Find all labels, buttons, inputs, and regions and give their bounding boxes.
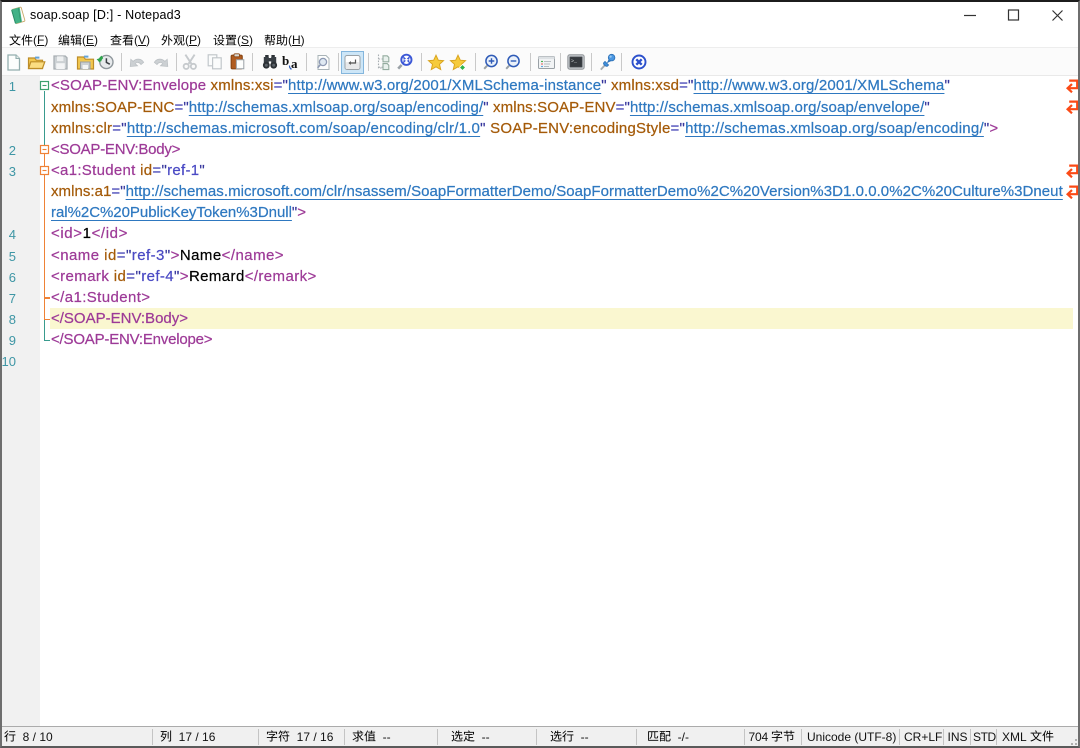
svg-text:a: a: [291, 56, 298, 71]
svg-text:>_: >_: [571, 59, 578, 65]
svg-text:b: b: [282, 53, 289, 68]
